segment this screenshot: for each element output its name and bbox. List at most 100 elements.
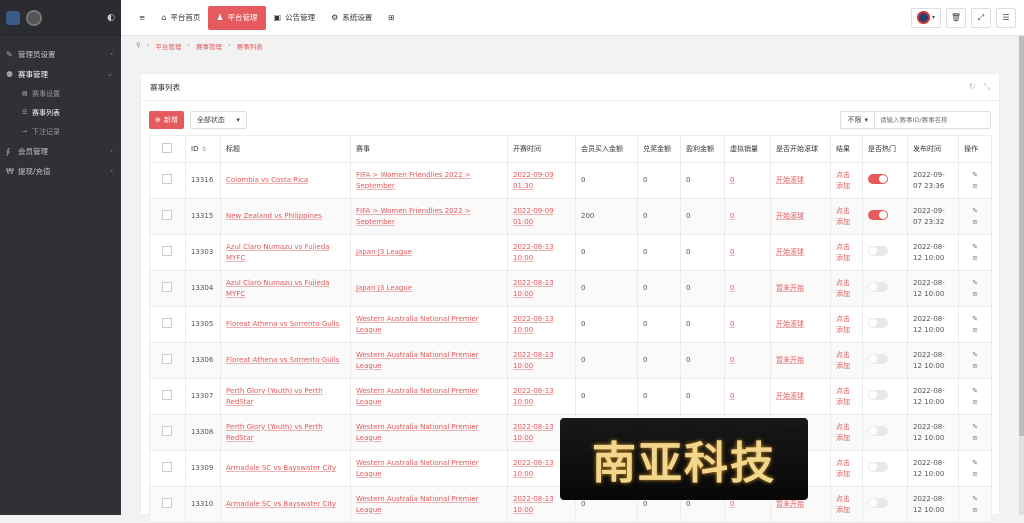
event-link[interactable]: Western Australia National Premier Leagu…: [356, 315, 479, 334]
status-select[interactable]: 全部状态 ▾: [189, 111, 247, 129]
event-link[interactable]: Western Australia National Premier Leagu…: [356, 423, 479, 442]
title-link[interactable]: Floreat Athena vs Sorrento Gulls: [226, 356, 339, 364]
maximize-icon[interactable]: ⤡: [984, 82, 990, 92]
tab-platform-management[interactable]: ♟ 平台管理: [208, 5, 266, 30]
rolling-link[interactable]: 开始滚球: [776, 212, 804, 220]
edit-icon[interactable]: ✎: [970, 315, 980, 323]
edit-icon[interactable]: ✎: [970, 207, 980, 215]
list-icon[interactable]: ≡: [970, 182, 980, 190]
title-link[interactable]: New Zealand vs Philippines: [226, 212, 322, 220]
theme-drop-icon[interactable]: ◐: [107, 13, 115, 23]
tab-system-settings[interactable]: ⚙ 系统设置: [323, 6, 380, 30]
row-checkbox[interactable]: [162, 281, 172, 292]
result-add-link[interactable]: 点击添加: [836, 206, 854, 228]
settings-panel-button[interactable]: ☰: [996, 7, 1016, 28]
list-icon[interactable]: ≡: [970, 434, 980, 442]
rolling-link[interactable]: 暂未开始: [776, 356, 804, 364]
list-icon[interactable]: ≡: [970, 470, 980, 478]
menu-toggle-button[interactable]: ≡: [131, 6, 153, 30]
sidebar-item-event-list[interactable]: ☰ 赛事列表: [0, 103, 121, 122]
row-checkbox[interactable]: [162, 389, 172, 400]
sidebar-item-admin-settings[interactable]: ✎ 管理员设置 ‹: [0, 44, 121, 64]
row-checkbox[interactable]: [162, 245, 172, 256]
start-time-link[interactable]: 2022-08-13 10:00: [513, 279, 554, 298]
start-time-link[interactable]: 2022-09-09 01:00: [513, 207, 554, 226]
sidebar-item-withdraw-recharge[interactable]: ₩ 提现/充值 ‹: [0, 161, 121, 181]
result-add-link[interactable]: 点击添加: [836, 242, 854, 264]
rolling-link[interactable]: 暂未开始: [776, 500, 804, 508]
edit-icon[interactable]: ✎: [970, 171, 980, 179]
edit-icon[interactable]: ✎: [970, 351, 980, 359]
list-icon[interactable]: ≡: [970, 218, 980, 226]
event-link[interactable]: Western Australia National Premier Leagu…: [356, 495, 479, 514]
edit-icon[interactable]: ✎: [970, 243, 980, 251]
rolling-link[interactable]: 开始滚球: [776, 392, 804, 400]
edit-icon[interactable]: ✎: [970, 279, 980, 287]
title-link[interactable]: Floreat Athena vs Sorrento Gulls: [226, 320, 339, 328]
result-add-link[interactable]: 点击添加: [836, 422, 854, 444]
tab-announcement-management[interactable]: ▣ 公告管理: [266, 6, 324, 30]
start-time-link[interactable]: 2022-08-13 10:00: [513, 243, 554, 262]
list-icon[interactable]: ≡: [970, 326, 980, 334]
result-add-link[interactable]: 点击添加: [836, 350, 854, 372]
edit-icon[interactable]: ✎: [970, 387, 980, 395]
virtual-sales-link[interactable]: 0: [730, 176, 734, 184]
virtual-sales-link[interactable]: 0: [730, 284, 734, 292]
title-link[interactable]: Azul Claro Numazu vs Fujieda MYFC: [226, 279, 330, 298]
virtual-sales-link[interactable]: 0: [730, 248, 734, 256]
result-add-link[interactable]: 点击添加: [836, 458, 854, 480]
user-avatar-dropdown[interactable]: ▾: [911, 7, 941, 28]
list-icon[interactable]: ≡: [970, 362, 980, 370]
start-time-link[interactable]: 2022-08-13 10:00: [513, 351, 554, 370]
start-time-link[interactable]: 2022-08-13 10:00: [513, 315, 554, 334]
sidebar-item-bet-records[interactable]: → 下注记录: [0, 122, 121, 141]
list-icon[interactable]: ≡: [970, 254, 980, 262]
row-checkbox[interactable]: [162, 353, 172, 364]
col-id[interactable]: ID ⇅: [185, 135, 221, 163]
result-add-link[interactable]: 点击添加: [836, 278, 854, 300]
trash-button[interactable]: 🗑: [946, 7, 966, 28]
hot-toggle[interactable]: [868, 425, 888, 436]
hot-toggle[interactable]: [868, 281, 888, 292]
limit-dropdown[interactable]: 不限 ▾: [840, 111, 874, 129]
edit-icon[interactable]: ✎: [970, 423, 980, 431]
event-link[interactable]: FIFA > Women Friendlies 2022 > September: [356, 207, 471, 226]
hot-toggle[interactable]: [868, 245, 888, 256]
row-checkbox[interactable]: [162, 317, 172, 328]
edit-icon[interactable]: ✎: [970, 459, 980, 467]
virtual-sales-link[interactable]: 0: [730, 356, 734, 364]
event-link[interactable]: Western Australia National Premier Leagu…: [356, 459, 479, 478]
sidebar-item-member-management[interactable]: ∮ 会员管理 ‹: [0, 141, 121, 161]
rolling-link[interactable]: 开始滚球: [776, 320, 804, 328]
row-checkbox[interactable]: [162, 173, 172, 184]
virtual-sales-link[interactable]: 0: [730, 392, 734, 400]
fullscreen-button[interactable]: ⤢: [971, 7, 991, 28]
start-time-link[interactable]: 2022-08-13 10:00: [513, 495, 554, 514]
result-add-link[interactable]: 点击添加: [836, 170, 854, 192]
rolling-link[interactable]: 开始滚球: [776, 176, 804, 184]
start-time-link[interactable]: 2022-08-13 10:00: [513, 423, 554, 442]
search-input[interactable]: [874, 111, 991, 129]
tab-platform-home[interactable]: ⌂ 平台首页: [153, 6, 208, 30]
row-checkbox[interactable]: [162, 461, 172, 472]
start-time-link[interactable]: 2022-08-13 10:00: [513, 387, 554, 406]
hot-toggle[interactable]: [868, 173, 888, 184]
title-link[interactable]: Armadale SC vs Bayswater City: [226, 500, 336, 508]
event-link[interactable]: Western Australia National Premier Leagu…: [356, 351, 479, 370]
hot-toggle[interactable]: [868, 317, 888, 328]
edit-icon[interactable]: ✎: [970, 495, 980, 503]
breadcrumb-item[interactable]: 平台管理: [155, 41, 181, 51]
hot-toggle[interactable]: [868, 497, 888, 508]
event-link[interactable]: FIFA > Women Friendlies 2022 > September: [356, 171, 471, 190]
start-time-link[interactable]: 2022-09-09 01:30: [513, 171, 554, 190]
refresh-icon[interactable]: ↻: [969, 82, 976, 92]
title-link[interactable]: Perth Glory (Youth) vs Perth RedStar: [226, 387, 323, 406]
title-link[interactable]: Armadale SC vs Bayswater City: [226, 464, 336, 472]
row-checkbox[interactable]: [162, 209, 172, 220]
virtual-sales-link[interactable]: 0: [730, 212, 734, 220]
breadcrumb-item[interactable]: 赛事管理: [196, 41, 222, 51]
start-time-link[interactable]: 2022-08-13 10:00: [513, 459, 554, 478]
rolling-link[interactable]: 开始滚球: [776, 248, 804, 256]
hot-toggle[interactable]: [868, 389, 888, 400]
result-add-link[interactable]: 点击添加: [836, 314, 854, 336]
